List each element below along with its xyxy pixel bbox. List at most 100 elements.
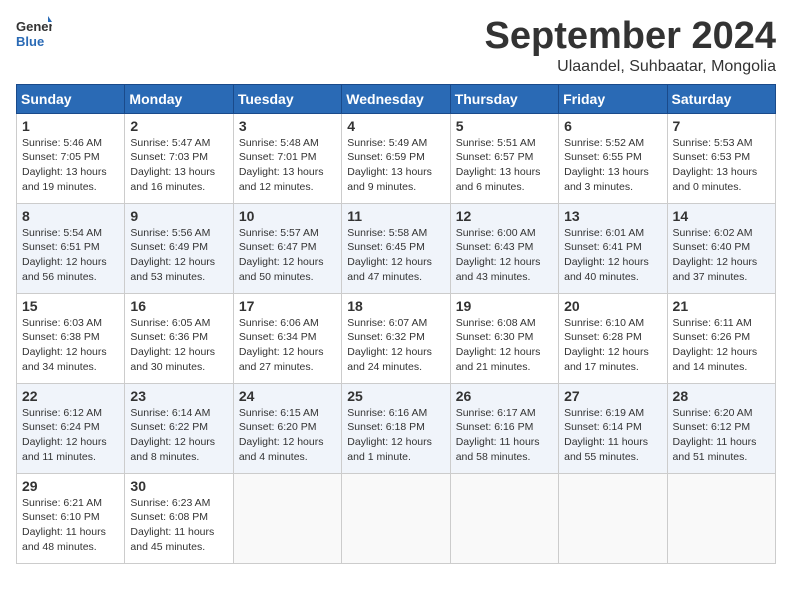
day-number-21: 21	[673, 298, 770, 314]
day-info-22: Sunrise: 6:12 AM Sunset: 6:24 PM Dayligh…	[22, 406, 119, 465]
day-number-2: 2	[130, 118, 227, 134]
day-number-24: 24	[239, 388, 336, 404]
day-cell-2: 2 Sunrise: 5:47 AM Sunset: 7:03 PM Daylig…	[125, 113, 233, 203]
empty-cell	[450, 473, 558, 563]
day-cell-22: 22 Sunrise: 6:12 AM Sunset: 6:24 PM Dayli…	[17, 383, 125, 473]
day-number-30: 30	[130, 478, 227, 494]
day-cell-5: 5Sunrise: 5:51 AM Sunset: 6:57 PM Daylig…	[450, 113, 558, 203]
title-block: September 2024 Ulaandel, Suhbaatar, Mong…	[485, 16, 777, 76]
day-number-5: 5	[456, 118, 553, 134]
day-cell-21: 21 Sunrise: 6:11 AM Sunset: 6:26 PM Dayli…	[667, 293, 775, 383]
day-info-25: Sunrise: 6:16 AM Sunset: 6:18 PM Dayligh…	[347, 406, 444, 465]
day-number-27: 27	[564, 388, 661, 404]
day-cell-19: 19 Sunrise: 6:08 AM Sunset: 6:30 PM Dayli…	[450, 293, 558, 383]
month-title: September 2024	[485, 16, 777, 58]
calendar-table: SundayMondayTuesdayWednesdayThursdayFrid…	[16, 84, 776, 564]
header-tuesday: Tuesday	[233, 84, 341, 113]
day-info-29: Sunrise: 6:21 AM Sunset: 6:10 PM Dayligh…	[22, 496, 119, 555]
day-info-26: Sunrise: 6:17 AM Sunset: 6:16 PM Dayligh…	[456, 406, 553, 465]
day-info-30: Sunrise: 6:23 AM Sunset: 6:08 PM Dayligh…	[130, 496, 227, 555]
day-cell-14: 14Sunrise: 6:02 AM Sunset: 6:40 PM Dayli…	[667, 203, 775, 293]
day-number-23: 23	[130, 388, 227, 404]
logo-svg: General Blue	[16, 16, 52, 52]
day-cell-10: 10 Sunrise: 5:57 AM Sunset: 6:47 PM Dayli…	[233, 203, 341, 293]
day-cell-25: 25 Sunrise: 6:16 AM Sunset: 6:18 PM Dayli…	[342, 383, 450, 473]
svg-text:General: General	[16, 19, 52, 34]
day-info-19: Sunrise: 6:08 AM Sunset: 6:30 PM Dayligh…	[456, 316, 553, 375]
day-cell-3: 3 Sunrise: 5:48 AM Sunset: 7:01 PM Daylig…	[233, 113, 341, 203]
day-info-7: Sunrise: 5:53 AM Sunset: 6:53 PM Dayligh…	[673, 136, 770, 195]
day-cell-6: 6Sunrise: 5:52 AM Sunset: 6:55 PM Daylig…	[559, 113, 667, 203]
day-info-8: Sunrise: 5:54 AM Sunset: 6:51 PM Dayligh…	[22, 226, 119, 285]
day-cell-23: 23 Sunrise: 6:14 AM Sunset: 6:22 PM Dayli…	[125, 383, 233, 473]
day-cell-12: 12 Sunrise: 6:00 AM Sunset: 6:43 PM Dayli…	[450, 203, 558, 293]
day-info-23: Sunrise: 6:14 AM Sunset: 6:22 PM Dayligh…	[130, 406, 227, 465]
day-info-1: Sunrise: 5:46 AM Sunset: 7:05 PM Dayligh…	[22, 136, 119, 195]
calendar-header-row: SundayMondayTuesdayWednesdayThursdayFrid…	[17, 84, 776, 113]
header-monday: Monday	[125, 84, 233, 113]
day-number-10: 10	[239, 208, 336, 224]
day-info-17: Sunrise: 6:06 AM Sunset: 6:34 PM Dayligh…	[239, 316, 336, 375]
page-header: General Blue September 2024 Ulaandel, Su…	[16, 16, 776, 76]
day-cell-18: 18 Sunrise: 6:07 AM Sunset: 6:32 PM Dayli…	[342, 293, 450, 383]
day-info-18: Sunrise: 6:07 AM Sunset: 6:32 PM Dayligh…	[347, 316, 444, 375]
empty-cell	[559, 473, 667, 563]
day-number-13: 13	[564, 208, 661, 224]
day-info-9: Sunrise: 5:56 AM Sunset: 6:49 PM Dayligh…	[130, 226, 227, 285]
week-row-1: 1 Sunrise: 5:46 AM Sunset: 7:05 PM Daylig…	[17, 113, 776, 203]
day-cell-8: 8 Sunrise: 5:54 AM Sunset: 6:51 PM Daylig…	[17, 203, 125, 293]
day-cell-1: 1 Sunrise: 5:46 AM Sunset: 7:05 PM Daylig…	[17, 113, 125, 203]
day-number-1: 1	[22, 118, 119, 134]
header-friday: Friday	[559, 84, 667, 113]
day-number-6: 6	[564, 118, 661, 134]
day-number-29: 29	[22, 478, 119, 494]
day-info-2: Sunrise: 5:47 AM Sunset: 7:03 PM Dayligh…	[130, 136, 227, 195]
day-cell-13: 13 Sunrise: 6:01 AM Sunset: 6:41 PM Dayli…	[559, 203, 667, 293]
day-number-9: 9	[130, 208, 227, 224]
day-cell-16: 16 Sunrise: 6:05 AM Sunset: 6:36 PM Dayli…	[125, 293, 233, 383]
header-thursday: Thursday	[450, 84, 558, 113]
day-info-10: Sunrise: 5:57 AM Sunset: 6:47 PM Dayligh…	[239, 226, 336, 285]
day-info-16: Sunrise: 6:05 AM Sunset: 6:36 PM Dayligh…	[130, 316, 227, 375]
day-info-13: Sunrise: 6:01 AM Sunset: 6:41 PM Dayligh…	[564, 226, 661, 285]
day-cell-4: 4Sunrise: 5:49 AM Sunset: 6:59 PM Daylig…	[342, 113, 450, 203]
day-info-27: Sunrise: 6:19 AM Sunset: 6:14 PM Dayligh…	[564, 406, 661, 465]
week-row-4: 22 Sunrise: 6:12 AM Sunset: 6:24 PM Dayli…	[17, 383, 776, 473]
day-number-3: 3	[239, 118, 336, 134]
day-info-12: Sunrise: 6:00 AM Sunset: 6:43 PM Dayligh…	[456, 226, 553, 285]
week-row-5: 29 Sunrise: 6:21 AM Sunset: 6:10 PM Dayli…	[17, 473, 776, 563]
day-number-18: 18	[347, 298, 444, 314]
day-cell-20: 20 Sunrise: 6:10 AM Sunset: 6:28 PM Dayli…	[559, 293, 667, 383]
logo: General Blue	[16, 16, 52, 52]
day-info-21: Sunrise: 6:11 AM Sunset: 6:26 PM Dayligh…	[673, 316, 770, 375]
day-info-3: Sunrise: 5:48 AM Sunset: 7:01 PM Dayligh…	[239, 136, 336, 195]
day-number-8: 8	[22, 208, 119, 224]
day-number-20: 20	[564, 298, 661, 314]
location-subtitle: Ulaandel, Suhbaatar, Mongolia	[485, 58, 777, 76]
day-cell-28: 28Sunrise: 6:20 AM Sunset: 6:12 PM Dayli…	[667, 383, 775, 473]
header-sunday: Sunday	[17, 84, 125, 113]
day-number-25: 25	[347, 388, 444, 404]
week-row-2: 8 Sunrise: 5:54 AM Sunset: 6:51 PM Daylig…	[17, 203, 776, 293]
day-number-16: 16	[130, 298, 227, 314]
day-cell-17: 17Sunrise: 6:06 AM Sunset: 6:34 PM Dayli…	[233, 293, 341, 383]
day-info-20: Sunrise: 6:10 AM Sunset: 6:28 PM Dayligh…	[564, 316, 661, 375]
day-cell-30: 30 Sunrise: 6:23 AM Sunset: 6:08 PM Dayli…	[125, 473, 233, 563]
day-info-24: Sunrise: 6:15 AM Sunset: 6:20 PM Dayligh…	[239, 406, 336, 465]
empty-cell	[342, 473, 450, 563]
header-saturday: Saturday	[667, 84, 775, 113]
day-number-22: 22	[22, 388, 119, 404]
day-number-4: 4	[347, 118, 444, 134]
header-wednesday: Wednesday	[342, 84, 450, 113]
day-number-7: 7	[673, 118, 770, 134]
day-number-15: 15	[22, 298, 119, 314]
day-cell-9: 9 Sunrise: 5:56 AM Sunset: 6:49 PM Daylig…	[125, 203, 233, 293]
day-cell-29: 29 Sunrise: 6:21 AM Sunset: 6:10 PM Dayli…	[17, 473, 125, 563]
day-number-12: 12	[456, 208, 553, 224]
day-number-19: 19	[456, 298, 553, 314]
day-number-28: 28	[673, 388, 770, 404]
day-cell-26: 26Sunrise: 6:17 AM Sunset: 6:16 PM Dayli…	[450, 383, 558, 473]
day-cell-15: 15Sunrise: 6:03 AM Sunset: 6:38 PM Dayli…	[17, 293, 125, 383]
empty-cell	[667, 473, 775, 563]
day-number-14: 14	[673, 208, 770, 224]
